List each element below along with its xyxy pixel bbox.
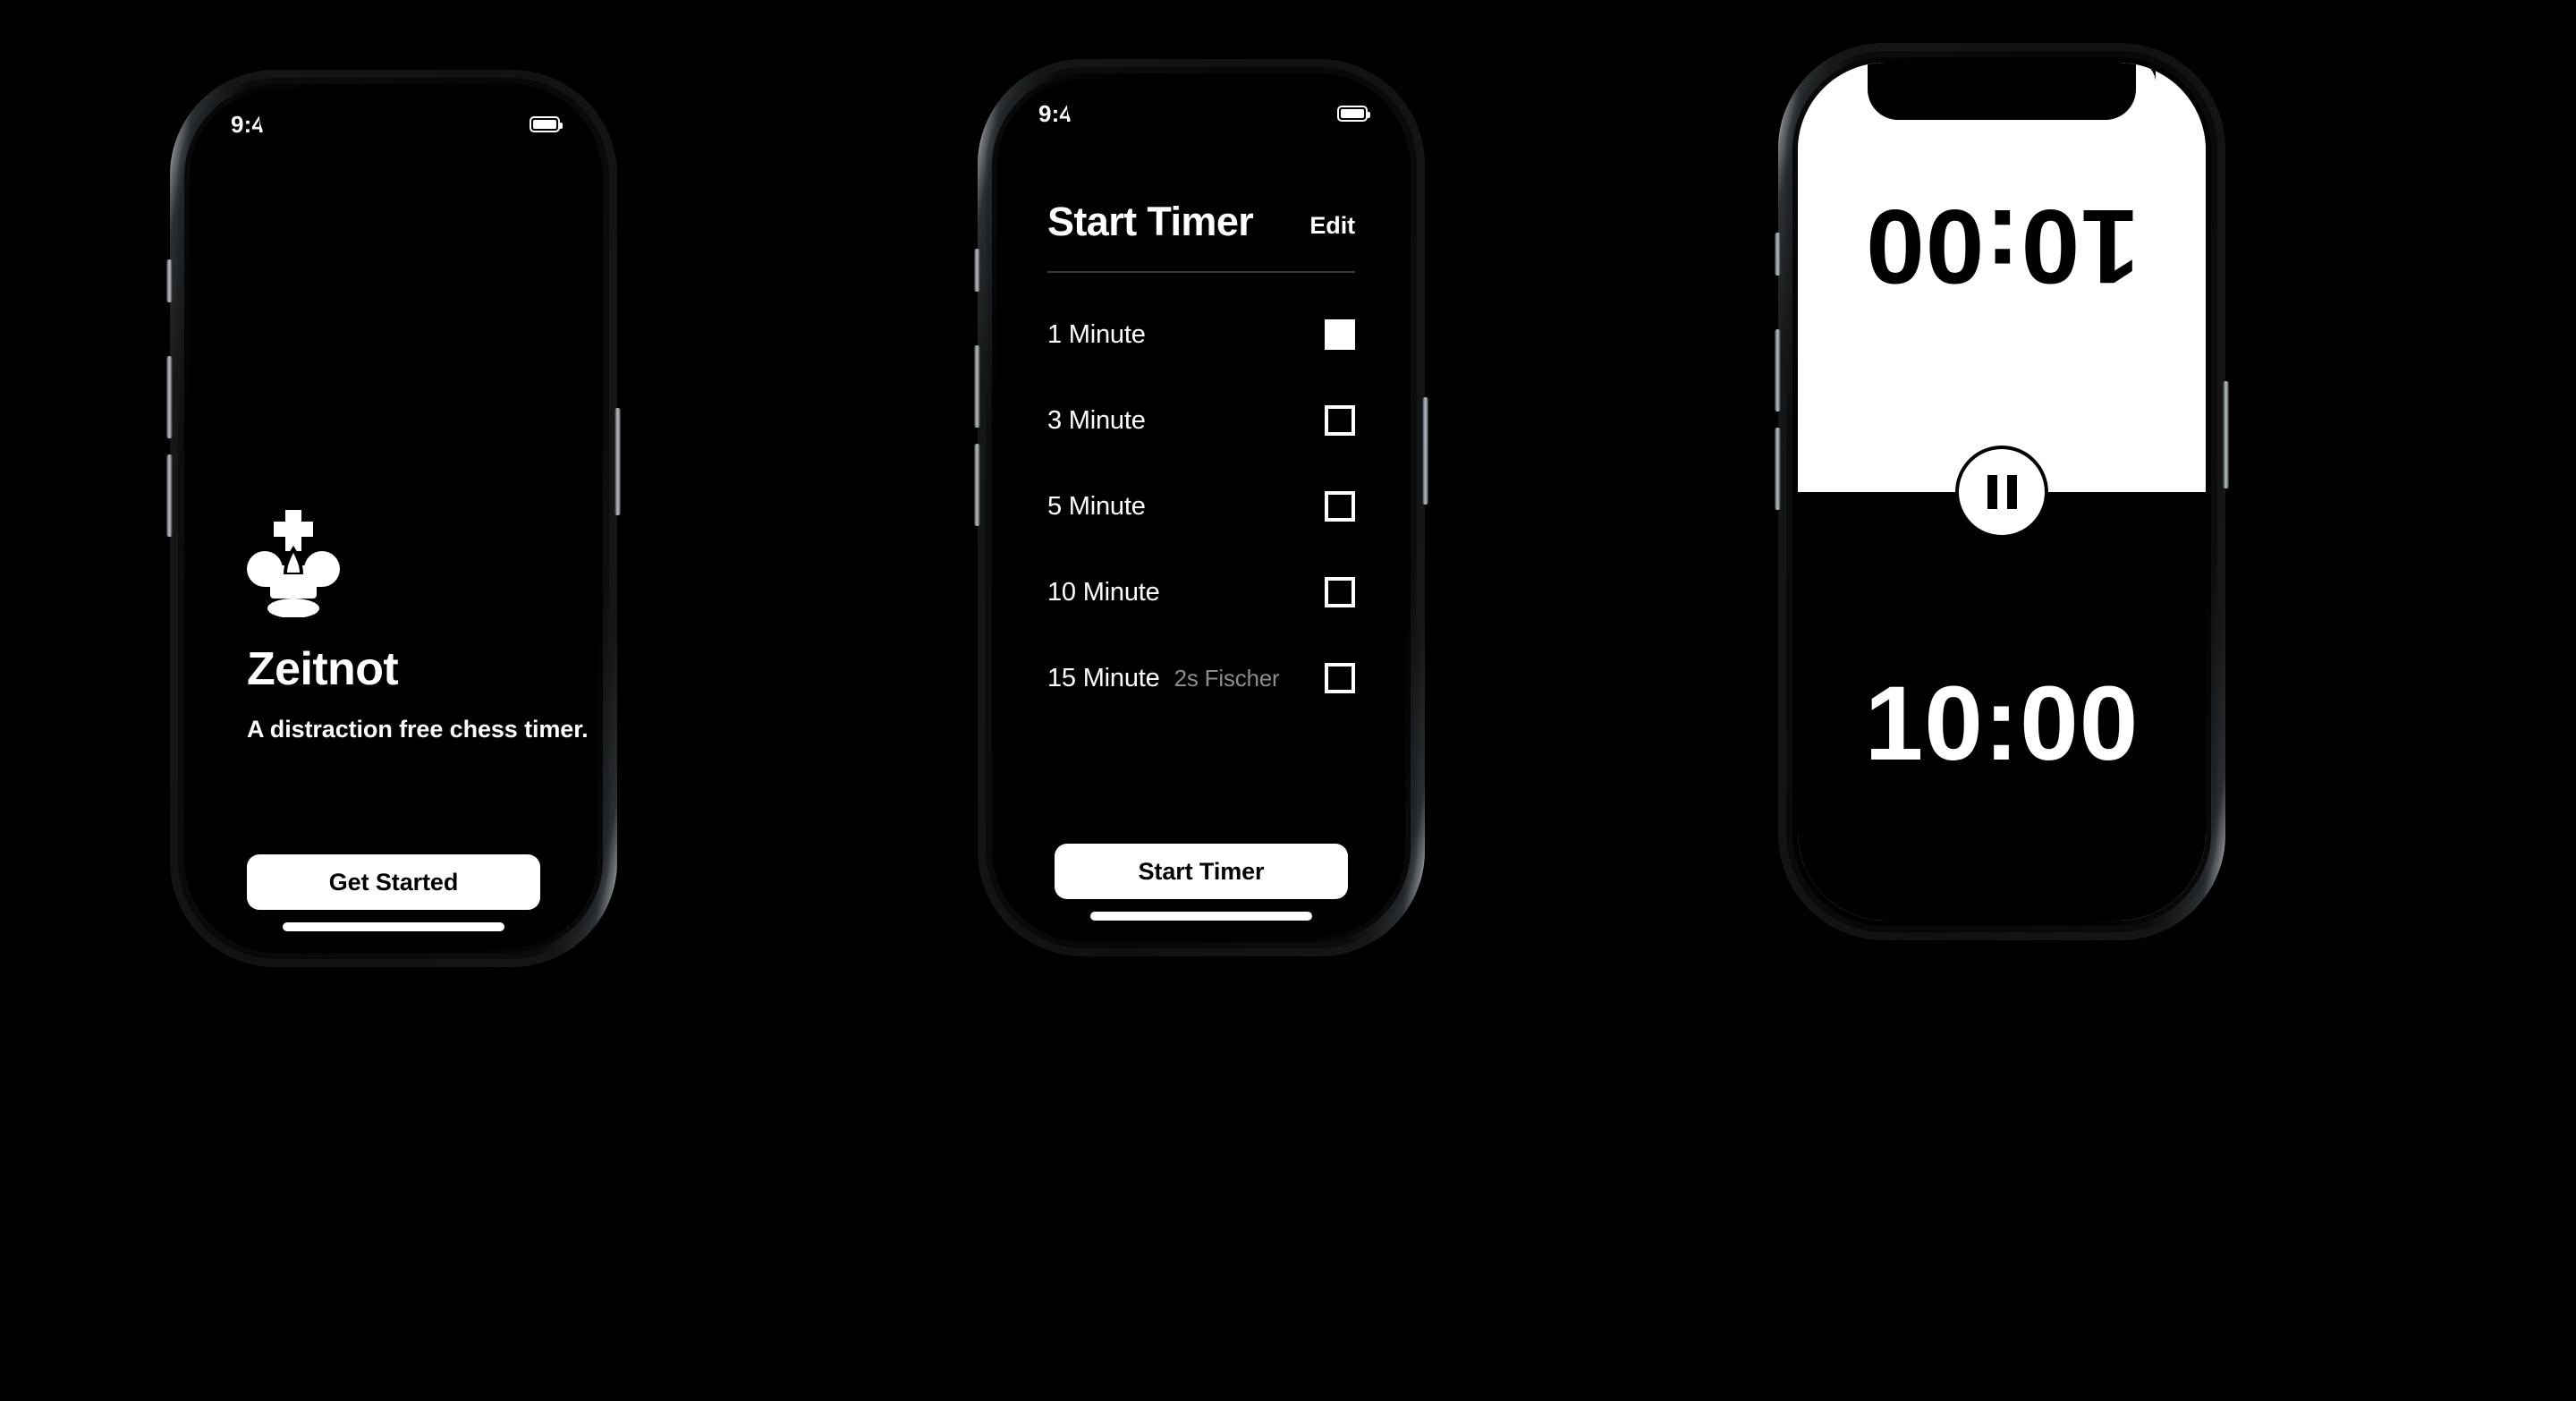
timer-option-row[interactable]: 10 Minute (1047, 549, 1355, 635)
home-indicator[interactable] (1090, 912, 1312, 921)
timer-option-labels: 1 Minute (1047, 320, 1160, 350)
timer-option-name: 5 Minute (1047, 491, 1146, 521)
phone-screen-timer-list: 9:41 Start Timer Edit 1 Minute 3 Minute … (997, 79, 1405, 937)
timer-option-name: 3 Minute (1047, 405, 1146, 435)
timer-option-row[interactable]: 5 Minute (1047, 463, 1355, 549)
timer-option-row[interactable]: 1 Minute (1047, 292, 1355, 378)
phone-screen-onboarding: 9:41 Zeitnot A distraction free chess ti… (190, 89, 597, 947)
timer-option-name: 15 Minute (1047, 663, 1160, 692)
battery-icon (530, 116, 563, 132)
header-divider (1047, 271, 1355, 273)
edit-button[interactable]: Edit (1309, 212, 1355, 245)
timer-panel-bottom[interactable]: 10:00 (1798, 491, 2206, 921)
chess-king-icon (247, 510, 340, 618)
checkbox-icon[interactable] (1325, 577, 1355, 607)
checkbox-icon[interactable] (1325, 663, 1355, 693)
timer-list-header: Start Timer Edit (1047, 199, 1355, 245)
timer-option-name: 1 Minute (1047, 319, 1146, 349)
notch (1868, 63, 2136, 120)
timer-option-labels: 10 Minute (1047, 578, 1174, 607)
power-button[interactable] (2223, 381, 2229, 488)
page-title: Start Timer (1047, 199, 1254, 244)
notch (1067, 79, 1335, 136)
timer-option-labels: 3 Minute (1047, 406, 1160, 436)
phone-mockup-timer-list: 9:41 Start Timer Edit 1 Minute 3 Minute … (974, 59, 1428, 956)
pause-icon-bar (2006, 474, 2017, 509)
timer-option-labels: 5 Minute (1047, 492, 1160, 522)
start-timer-button[interactable]: Start Timer (1055, 844, 1348, 899)
phone-mockup-onboarding: 9:41 Zeitnot A distraction free chess ti… (166, 70, 621, 967)
power-button[interactable] (1422, 397, 1428, 505)
home-indicator[interactable] (283, 922, 504, 931)
volume-down-button[interactable] (166, 454, 173, 537)
screenshot-canvas: 9:41 Zeitnot A distraction free chess ti… (0, 0, 2576, 1401)
app-title: Zeitnot (247, 643, 399, 695)
power-button[interactable] (614, 408, 621, 515)
onboarding-content: Zeitnot A distraction free chess timer. … (190, 89, 597, 947)
phone-mockup-running-timer: 10:00 10:00 (1775, 43, 2229, 940)
timer-option-labels: 15 Minute 2s Fischer (1047, 663, 1280, 693)
volume-up-button[interactable] (974, 345, 980, 428)
volume-up-button[interactable] (166, 356, 173, 438)
pause-icon-bar (1987, 474, 1997, 509)
phone-screen-running-timer: 10:00 10:00 (1798, 63, 2206, 921)
volume-down-button[interactable] (974, 444, 980, 526)
checkbox-icon[interactable] (1325, 319, 1355, 350)
volume-up-button[interactable] (1775, 329, 1781, 412)
timer-clock-top: 10:00 (1864, 186, 2140, 305)
timer-option-row[interactable]: 3 Minute (1047, 378, 1355, 463)
notch (259, 89, 528, 147)
mute-switch-button[interactable] (166, 259, 173, 302)
timer-option-list: 1 Minute 3 Minute 5 Minute 10 Minute 15 … (1047, 292, 1355, 721)
timer-clock-bottom: 10:00 (1864, 665, 2140, 784)
timer-option-note: 2s Fischer (1174, 664, 1280, 692)
volume-down-button[interactable] (1775, 428, 1781, 510)
battery-icon (1337, 106, 1370, 122)
timer-option-name: 10 Minute (1047, 577, 1160, 607)
checkbox-icon[interactable] (1325, 491, 1355, 522)
timer-panel-top[interactable]: 10:00 (1798, 63, 2206, 492)
app-tagline: A distraction free chess timer. (247, 716, 589, 743)
notch-corner-right (2136, 63, 2156, 82)
get-started-button[interactable]: Get Started (247, 854, 540, 910)
checkbox-icon[interactable] (1325, 405, 1355, 436)
timer-option-row[interactable]: 15 Minute 2s Fischer (1047, 635, 1355, 721)
mute-switch-button[interactable] (1775, 233, 1781, 276)
pause-button[interactable] (1955, 445, 2048, 539)
mute-switch-button[interactable] (974, 249, 980, 292)
